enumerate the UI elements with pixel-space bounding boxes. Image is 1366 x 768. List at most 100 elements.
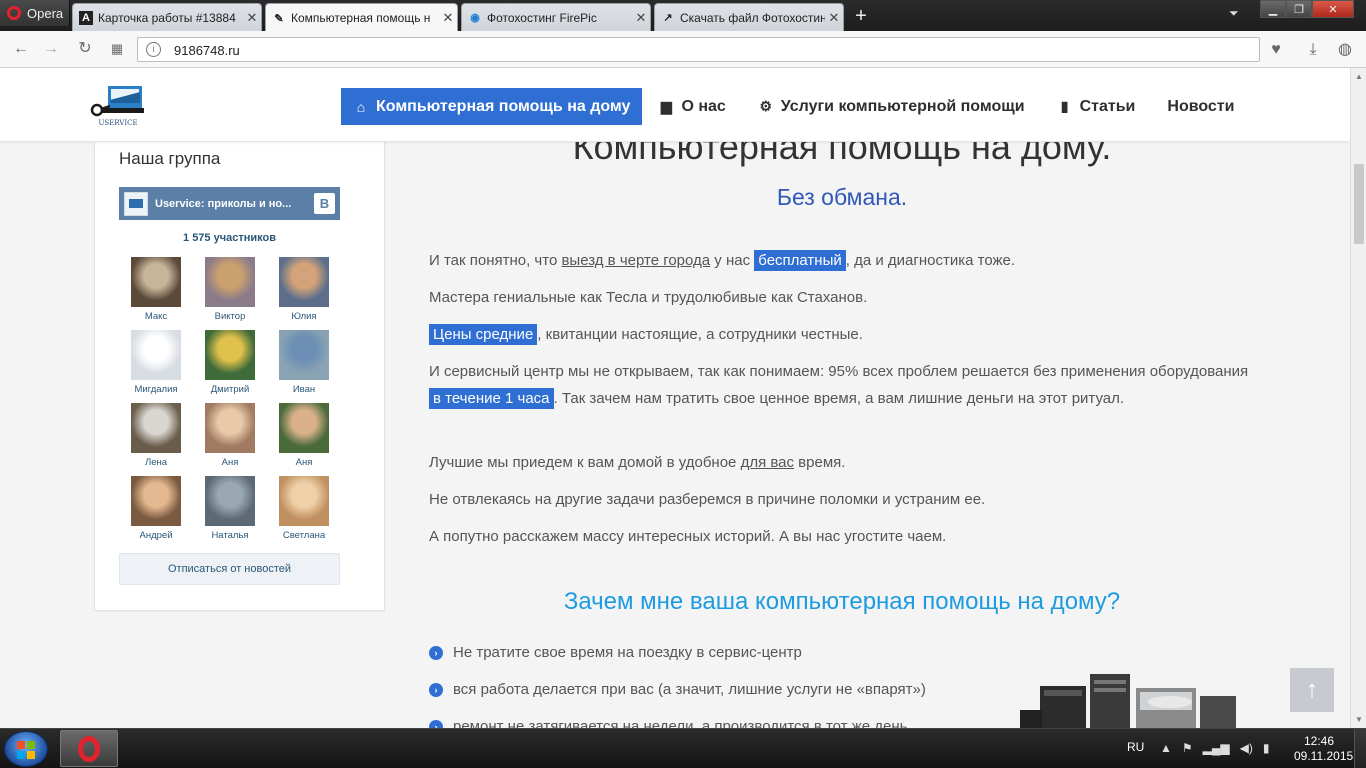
show-desktop-button[interactable] xyxy=(1354,729,1366,768)
member-avatar[interactable] xyxy=(279,330,329,380)
nav-articles[interactable]: ▮ Статьи xyxy=(1041,88,1152,125)
member-item[interactable]: Мигдалия xyxy=(119,330,193,395)
member-name[interactable]: Аня xyxy=(296,457,313,468)
member-name[interactable]: Иван xyxy=(293,384,315,395)
tab-download-file[interactable]: ↗ Скачать файл Фотохостин ✕ xyxy=(654,3,844,31)
reload-icon[interactable]: ↻ xyxy=(74,39,96,59)
list-item: › ремонт не затягивается на недели, а пр… xyxy=(429,718,907,728)
member-avatar[interactable] xyxy=(279,476,329,526)
member-avatar[interactable] xyxy=(205,257,255,307)
scrollbar-thumb[interactable] xyxy=(1354,164,1364,244)
tab-close-icon[interactable]: ✕ xyxy=(243,10,261,26)
minimize-icon[interactable]: ▁ xyxy=(1260,0,1286,18)
nav-news[interactable]: Новости xyxy=(1151,88,1250,125)
tab-work-card[interactable]: A Карточка работы #13884 ✕ xyxy=(72,3,262,31)
tab-menu-icon[interactable]: ⏷ xyxy=(1229,6,1239,21)
tray-expand-icon[interactable]: ▲ xyxy=(1160,741,1172,768)
member-name[interactable]: Аня xyxy=(222,457,239,468)
download-icon[interactable]: ⤓ xyxy=(1302,39,1324,61)
group-avatar xyxy=(124,191,148,216)
bookmark-heart-icon[interactable]: ♥ xyxy=(1265,39,1287,61)
member-item[interactable]: Юлия xyxy=(267,257,341,322)
tab-firepic[interactable]: ◉ Фотохостинг FirePic ✕ xyxy=(461,3,651,31)
tab-close-icon[interactable]: ✕ xyxy=(825,10,843,26)
url-text: 9186748.ru xyxy=(174,43,240,58)
logo-text: USERVICE xyxy=(98,119,137,127)
member-avatar[interactable] xyxy=(131,403,181,453)
nav-services[interactable]: ⚙ Услуги компьютерной помощи xyxy=(742,88,1041,125)
member-name[interactable]: Виктор xyxy=(215,311,246,322)
opera-menu-button[interactable]: Opera xyxy=(0,0,70,26)
member-item[interactable]: Аня xyxy=(193,403,267,468)
member-name[interactable]: Светлана xyxy=(283,530,325,541)
member-name[interactable]: Лена xyxy=(145,457,167,468)
system-clock[interactable]: 12:46 09.11.2015 xyxy=(1294,734,1353,764)
new-tab-button[interactable]: + xyxy=(850,5,872,28)
member-avatar[interactable] xyxy=(131,257,181,307)
nav-home-help[interactable]: ⌂ Компьютерная помощь на дому xyxy=(341,88,643,125)
member-avatar[interactable] xyxy=(205,403,255,453)
close-window-icon[interactable]: ✕ xyxy=(1312,0,1354,18)
member-avatar[interactable] xyxy=(279,403,329,453)
nav-about[interactable]: ▆ О нас xyxy=(642,88,741,125)
member-name[interactable]: Андрей xyxy=(140,530,173,541)
page-scrollbar[interactable]: ▲ ▼ xyxy=(1350,68,1366,728)
member-name[interactable]: Наталья xyxy=(211,530,248,541)
uservice-logo-icon[interactable]: USERVICE xyxy=(88,82,148,130)
forward-icon[interactable]: → xyxy=(40,39,62,59)
member-item[interactable]: Виктор xyxy=(193,257,267,322)
member-avatar[interactable] xyxy=(131,476,181,526)
opera-logo-icon xyxy=(7,6,21,20)
volume-icon[interactable]: ◀) xyxy=(1240,741,1253,768)
member-avatar[interactable] xyxy=(131,330,181,380)
browser-toolbar: ← → ↻ ▦ i 9186748.ru ♥ ⤓ ◍ xyxy=(0,31,1366,68)
address-bar[interactable]: i 9186748.ru xyxy=(137,37,1260,62)
tab-computer-help[interactable]: ✎ Компьютерная помощь н ✕ xyxy=(265,3,458,32)
member-item[interactable]: Наталья xyxy=(193,476,267,541)
member-item[interactable]: Аня xyxy=(267,403,341,468)
network-signal-icon[interactable]: ▂▄▆ xyxy=(1203,741,1230,768)
member-name[interactable]: Мигдалия xyxy=(134,384,177,395)
tab-label: Карточка работы #13884 xyxy=(98,10,236,25)
opera-menu-label: Opera xyxy=(27,5,64,21)
member-name[interactable]: Макс xyxy=(145,311,167,322)
speed-dial-icon[interactable]: ▦ xyxy=(106,39,128,59)
vk-group-header[interactable]: Uservice: приколы и но... B xyxy=(119,187,340,220)
maximize-icon[interactable]: ❐ xyxy=(1286,0,1312,18)
site-info-icon[interactable]: i xyxy=(146,42,161,57)
member-item[interactable]: Андрей xyxy=(119,476,193,541)
list-item-text: ремонт не затягивается на недели, а прои… xyxy=(453,718,908,728)
start-button[interactable] xyxy=(4,731,48,767)
member-name[interactable]: Юлия xyxy=(291,311,316,322)
scroll-up-icon[interactable]: ▲ xyxy=(1351,72,1366,81)
member-name[interactable]: Дмитрий xyxy=(211,384,250,395)
member-avatar[interactable] xyxy=(279,257,329,307)
member-item[interactable]: Макс xyxy=(119,257,193,322)
list-item: › вся работа делается при вас (а значит,… xyxy=(429,681,926,698)
battery-icon[interactable]: ▮ xyxy=(1263,741,1270,768)
back-icon[interactable]: ← xyxy=(10,39,32,59)
scroll-to-top-button[interactable]: ↑ xyxy=(1290,668,1334,712)
site-header: USERVICE ⌂ Компьютерная помощь на дому ▆… xyxy=(0,68,1350,142)
paragraph: Мастера гениальные как Тесла и трудолюби… xyxy=(429,289,868,306)
member-item[interactable]: Дмитрий xyxy=(193,330,267,395)
member-item[interactable]: Лена xyxy=(119,403,193,468)
free-ride-link[interactable]: выезд в черте города xyxy=(561,252,710,269)
scroll-down-icon[interactable]: ▼ xyxy=(1351,715,1366,724)
language-indicator[interactable]: RU xyxy=(1127,740,1144,768)
member-avatar[interactable] xyxy=(205,476,255,526)
page-viewport: USERVICE ⌂ Компьютерная помощь на дому ▆… xyxy=(0,68,1350,728)
tab-close-icon[interactable]: ✕ xyxy=(632,10,650,26)
paragraph: Не отвлекаясь на другие задачи разберемс… xyxy=(429,491,986,508)
member-avatar[interactable] xyxy=(205,330,255,380)
member-item[interactable]: Светлана xyxy=(267,476,341,541)
account-icon[interactable]: ◍ xyxy=(1334,39,1356,61)
tab-close-icon[interactable]: ✕ xyxy=(439,10,457,26)
unsubscribe-button[interactable]: Отписаться от новостей xyxy=(119,553,340,585)
member-item[interactable]: Иван xyxy=(267,330,341,395)
tab-favicon-icon: ↗ xyxy=(663,12,673,24)
action-center-flag-icon[interactable]: ⚑ xyxy=(1182,741,1193,768)
taskbar-opera-button[interactable] xyxy=(60,730,118,767)
members-count[interactable]: 1 575 участников xyxy=(119,232,340,244)
for-you-link[interactable]: для вас xyxy=(741,454,794,471)
